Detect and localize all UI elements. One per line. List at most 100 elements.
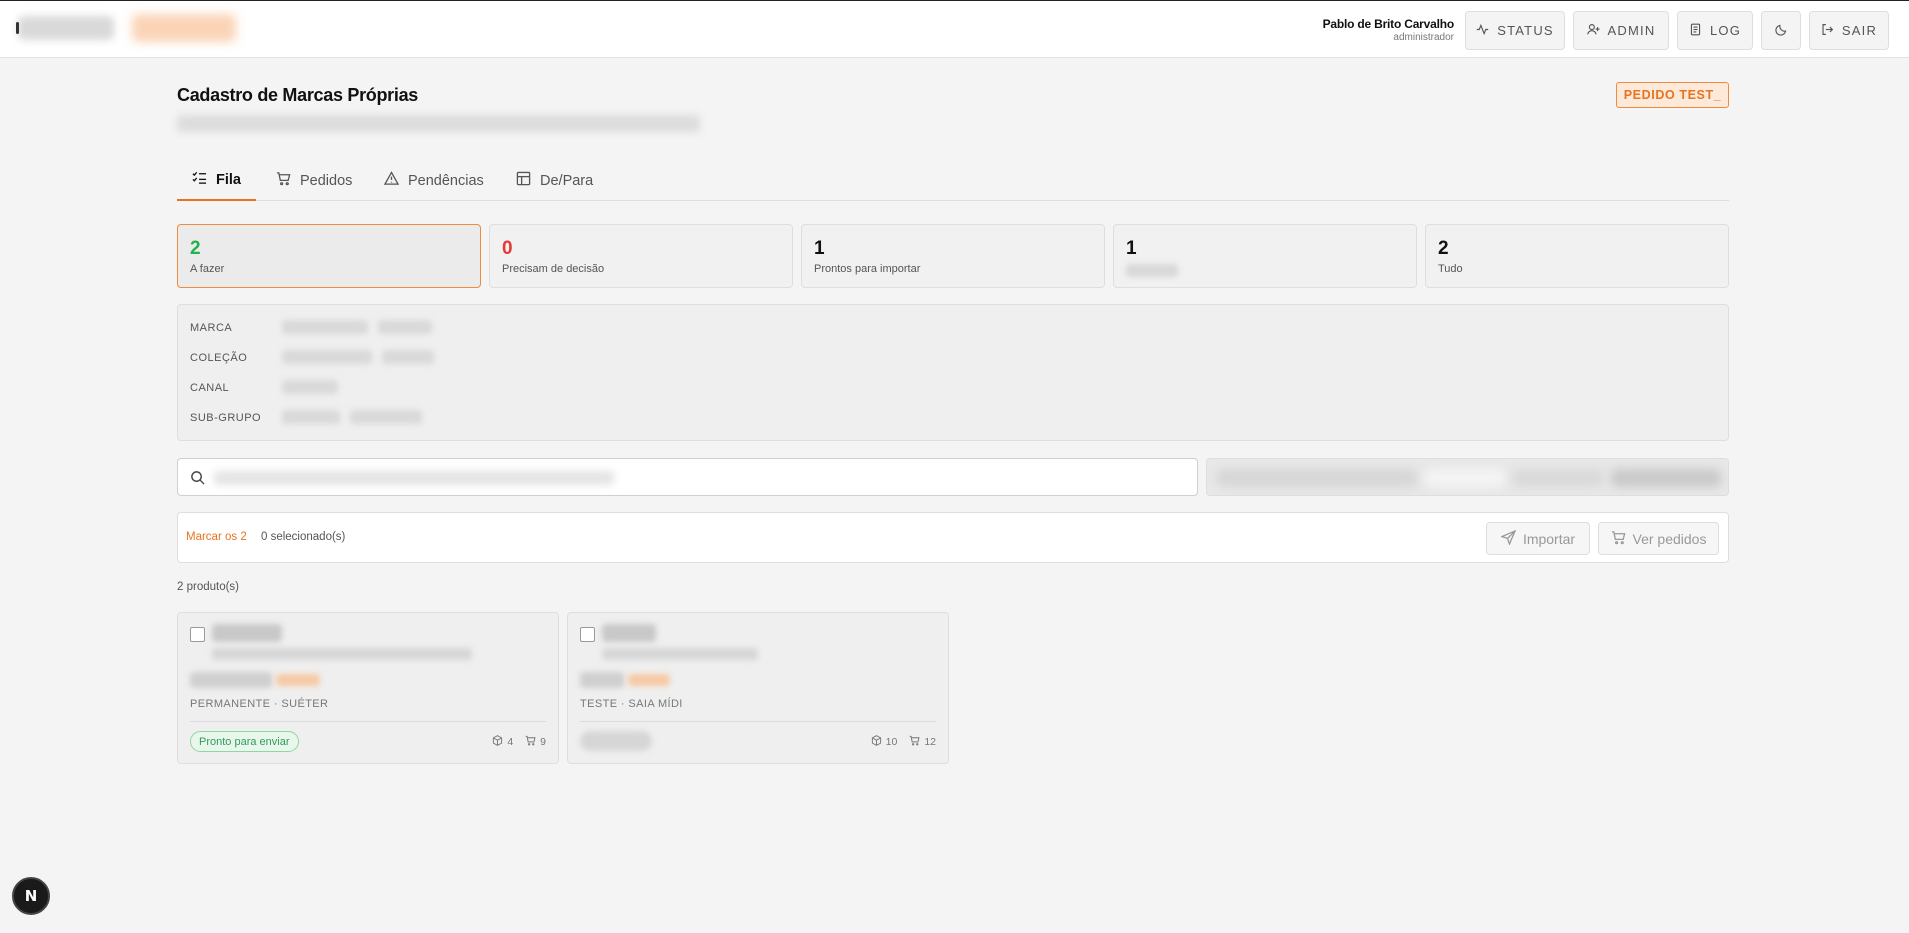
filter-chip[interactable] [282,410,340,424]
select-all-link[interactable]: Marcar os 2 [186,531,247,543]
tab-pendencias-label: Pendências [408,172,484,189]
activity-icon [1476,23,1489,39]
product-checkbox[interactable] [190,627,205,642]
bulk-action-bar: Marcar os 2 0 selecionado(s) Importar Ve… [177,512,1729,563]
stat-value: 1 [1126,238,1137,259]
stat-value: 0 [502,238,513,259]
filter-control[interactable] [1611,469,1721,487]
page-title: Cadastro de Marcas Próprias [177,85,418,105]
product-meta: 4 9 [492,735,546,749]
filter-chip[interactable] [282,320,368,334]
stat-label-redacted [1126,264,1178,277]
stat-value: 2 [190,238,201,259]
divider [190,721,546,722]
product-code [580,672,624,688]
user-plus-icon [1586,23,1600,39]
product-name [212,624,282,642]
product-card[interactable]: PERMANENTE · SUÉTER Pronto para enviar 4… [177,612,559,764]
document-icon [1689,23,1702,39]
filter-control[interactable] [1425,469,1505,487]
filter-label-canal: CANAL [190,382,230,394]
stat-label: Precisam de decisão [502,263,605,275]
user-info: Pablo de Brito Carvalho administrador [1322,17,1455,43]
products-count: 2 produto(s) [177,581,240,593]
cart-count: 12 [924,736,936,748]
search-placeholder [214,471,614,485]
tab-de-para-label: De/Para [540,172,594,189]
product-description [212,648,472,660]
filter-label-subgrupo: SUB-GRUPO [190,412,262,424]
cart-icon [1611,530,1626,548]
log-button[interactable]: LOG [1677,11,1753,50]
stat-card-hidden[interactable]: 1 [1113,224,1417,288]
filter-chip[interactable] [350,410,422,424]
import-button[interactable]: Importar [1486,522,1590,555]
checklist-icon [192,170,207,189]
stat-card-precisam-decisao[interactable]: 0 Precisam de decisão [489,224,793,288]
filter-control[interactable] [1217,469,1417,487]
search-input[interactable] [177,458,1198,496]
stat-label: Tudo [1438,263,1463,275]
filter-label-marca: MARCA [190,322,233,334]
status-button[interactable]: STATUS [1465,11,1565,50]
filter-chip[interactable] [382,350,434,364]
logout-icon [1821,23,1834,39]
status-badge: Pronto para enviar [190,731,299,752]
product-card[interactable]: TESTE · SAIA MÍDI 10 12 [567,612,949,764]
cart-icon [909,735,920,749]
product-checkbox[interactable] [580,627,595,642]
logout-button-label: SAIR [1841,23,1878,38]
tab-pedidos-label: Pedidos [300,172,353,189]
view-orders-button-label: Ver pedidos [1632,530,1707,547]
filters-panel: MARCA COLEÇÃO CANAL SUB-GRUPO [177,304,1729,441]
tab-pedidos[interactable]: Pedidos [276,160,352,201]
cart-icon [525,735,536,749]
product-tag [276,674,320,686]
dev-tools-button[interactable]: N [12,877,50,915]
status-badge [580,731,652,751]
filter-chip[interactable] [378,320,432,334]
brand-logo-accent [132,14,236,42]
stat-card-tudo[interactable]: 2 Tudo [1425,224,1729,288]
filter-control[interactable] [1513,469,1603,487]
order-badge[interactable]: PEDIDO TEST_ [1616,82,1729,108]
admin-button-label: ADMIN [1607,23,1656,38]
product-description [602,648,758,660]
tab-de-para[interactable]: De/Para [516,160,593,201]
product-meta: 10 12 [871,735,936,749]
user-name: Pablo de Brito Carvalho [1322,17,1455,31]
theme-toggle-button[interactable] [1761,11,1801,50]
stat-label: A fazer [190,263,225,275]
cart-icon [276,171,291,190]
stat-value: 1 [814,238,825,259]
tab-fila-label: Fila [216,171,241,188]
stat-card-prontos-importar[interactable]: 1 Prontos para importar [801,224,1105,288]
tab-fila[interactable]: Fila [177,160,256,201]
box-count: 4 [507,736,514,748]
stat-label: Prontos para importar [814,263,921,275]
box-count: 10 [885,736,898,748]
filter-chip[interactable] [282,380,338,394]
filter-controls[interactable] [1206,458,1729,496]
status-button-label: STATUS [1497,23,1554,38]
log-button-label: LOG [1709,23,1742,38]
divider [580,721,936,722]
table-icon [516,171,531,190]
package-icon [871,735,882,749]
product-category: TESTE · SAIA MÍDI [580,698,683,710]
logo-mark [16,22,19,34]
filter-chip[interactable] [282,350,372,364]
stat-value: 2 [1438,238,1449,259]
admin-button[interactable]: ADMIN [1573,11,1669,50]
brand-logo[interactable] [18,16,114,40]
moon-icon [1774,23,1788,39]
stat-card-a-fazer[interactable]: 2 A fazer [177,224,481,288]
package-icon [492,735,503,749]
send-icon [1500,529,1517,548]
user-role: administrador [1393,32,1454,43]
logout-button[interactable]: SAIR [1809,11,1889,50]
tab-pendencias[interactable]: Pendências [383,160,484,201]
tab-bar: Fila Pedidos Pendências De/Para [177,160,1729,201]
view-orders-button[interactable]: Ver pedidos [1598,522,1719,555]
import-button-label: Importar [1522,530,1576,547]
